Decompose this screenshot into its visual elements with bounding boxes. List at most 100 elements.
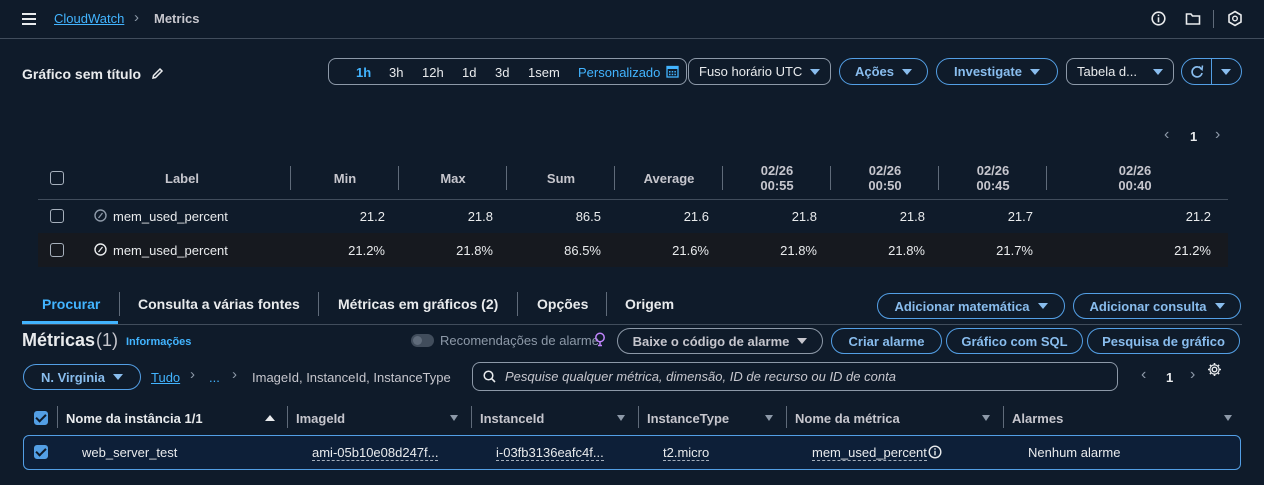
row-sum: 86.5% [564, 243, 601, 258]
breadcrumb-cloudwatch[interactable]: CloudWatch [54, 11, 124, 26]
row-checkbox[interactable] [50, 209, 64, 223]
region-select-button[interactable]: N. Virginia [23, 364, 141, 390]
col-divider [830, 166, 831, 190]
gear-icon[interactable] [1207, 362, 1222, 380]
row-value-2: 21.8% [888, 243, 925, 258]
col-divider [57, 406, 58, 428]
sort-icon[interactable] [450, 415, 458, 421]
graph-search-button[interactable]: Pesquisa de gráfico [1087, 328, 1240, 354]
row-instance-id[interactable]: i-03fb3136eafc4f... [496, 445, 604, 461]
add-math-button[interactable]: Adicionar matemática [877, 293, 1065, 319]
col-min: Min [333, 171, 357, 186]
sort-icon[interactable] [765, 415, 773, 421]
col-divider [1046, 166, 1047, 190]
region-label: N. Virginia [40, 369, 106, 385]
metric-search-input[interactable]: Pesquise qualquer métrica, dimensão, ID … [472, 362, 1118, 391]
col-time-4: 02/26 00:40 [1118, 163, 1152, 193]
row-value-3: 21.7% [996, 243, 1033, 258]
create-alarm-button[interactable]: Criar alarme [831, 328, 942, 354]
row-checkbox[interactable] [50, 243, 64, 257]
tab-options[interactable]: Opções [537, 296, 588, 312]
timezone-label: Fuso horário UTC [699, 64, 803, 79]
edit-pencil-icon[interactable] [151, 67, 164, 83]
add-query-button[interactable]: Adicionar consulta [1073, 293, 1241, 319]
tab-divider [119, 292, 120, 316]
col-instance-id[interactable]: InstanceId [480, 411, 544, 426]
col-metric-name[interactable]: Nome da métrica [795, 411, 900, 426]
results-row-checkbox[interactable] [34, 445, 48, 459]
investigate-button[interactable]: Investigate [936, 58, 1058, 85]
info-icon[interactable] [1151, 11, 1166, 29]
sort-icon[interactable] [982, 415, 990, 421]
row-image-id[interactable]: ami-05b10e08d247f... [312, 445, 439, 461]
graph-header-line [0, 38, 1264, 39]
col-divider [398, 166, 399, 190]
results-select-all-checkbox[interactable] [34, 411, 48, 425]
chevron-down-icon [1029, 68, 1040, 75]
tab-procurar[interactable]: Procurar [42, 296, 100, 312]
tab-multi-source-query[interactable]: Consulta a várias fontes [138, 296, 300, 312]
page-number[interactable]: 1 [1190, 129, 1197, 144]
metrics-info-link[interactable]: Informações [126, 336, 191, 348]
download-alarm-code-button[interactable]: Baixe o código de alarme [617, 328, 823, 354]
time-option-3h[interactable]: 3h [389, 65, 403, 80]
add-query-label: Adicionar consulta [1089, 298, 1207, 314]
row-value-4: 21.2 [1185, 209, 1211, 224]
row-metric-name[interactable]: mem_used_percent [812, 445, 927, 461]
row-instance-type[interactable]: t2.micro [663, 445, 710, 461]
metric-info-icon[interactable] [928, 445, 942, 462]
calendar-icon[interactable] [666, 65, 679, 81]
timezone-select[interactable]: Fuso horário UTC [688, 58, 831, 85]
settings-hex-icon[interactable] [1227, 10, 1243, 30]
col-divider [938, 166, 939, 190]
sort-ascending-icon[interactable] [265, 415, 275, 421]
sort-icon[interactable] [617, 415, 625, 421]
page-prev-icon[interactable]: ‹ [1164, 126, 1169, 144]
view-select[interactable]: Tabela d... [1066, 58, 1174, 85]
time-option-1sem[interactable]: 1sem [528, 65, 560, 80]
graph-with-sql-button[interactable]: Gráfico com SQL [946, 328, 1083, 354]
col-instance-type[interactable]: InstanceType [647, 411, 729, 426]
results-page-prev-icon[interactable]: ‹ [1141, 366, 1146, 384]
menu-icon[interactable] [22, 13, 36, 25]
tab-graphed-metrics[interactable]: Métricas em gráficos (2) [338, 296, 498, 312]
col-alarms[interactable]: Alarmes [1012, 411, 1063, 426]
row-max: 21.8 [467, 209, 493, 224]
row-label: mem_used_percent [113, 209, 228, 224]
breadcrumb-dimensions: ImageId, InstanceId, InstanceType [252, 370, 451, 385]
col-image-id[interactable]: ImageId [296, 411, 345, 426]
page-next-icon[interactable]: › [1215, 126, 1220, 144]
col-divider [638, 406, 639, 428]
row-value-2: 21.8 [899, 209, 925, 224]
time-option-12h[interactable]: 12h [422, 65, 444, 80]
breadcrumb-ellipsis[interactable]: ... [209, 370, 220, 385]
table-select-all-checkbox[interactable] [50, 171, 64, 185]
folder-icon[interactable] [1185, 11, 1201, 29]
actions-button[interactable]: Ações [839, 58, 928, 85]
results-page-next-icon[interactable]: › [1190, 366, 1195, 384]
col-divider [471, 406, 472, 428]
sort-icon[interactable] [1224, 415, 1232, 421]
search-placeholder: Pesquise qualquer métrica, dimensão, ID … [505, 369, 896, 384]
row-min: 21.2% [348, 243, 385, 258]
breadcrumb-all[interactable]: Tudo [151, 370, 180, 385]
col-divider [1003, 406, 1004, 428]
results-page-number[interactable]: 1 [1166, 370, 1173, 385]
time-option-custom[interactable]: Personalizado [578, 65, 660, 80]
col-instance-name[interactable]: Nome da instância 1/1 [66, 411, 203, 426]
time-option-3d[interactable]: 3d [495, 65, 509, 80]
row-average: 21.6% [672, 243, 709, 258]
row-value-1: 21.8 [791, 209, 817, 224]
time-option-1d[interactable]: 1d [462, 65, 476, 80]
refresh-options-chevron-icon[interactable] [1212, 68, 1241, 75]
time-option-1h[interactable]: 1h [356, 65, 371, 80]
row-average: 21.6 [683, 209, 709, 224]
breadcrumb-separator: › [190, 366, 195, 383]
alarm-recommendations-label: Recomendações de alarme [440, 333, 599, 348]
tab-divider [606, 292, 607, 316]
refresh-icon[interactable] [1182, 64, 1211, 79]
alarm-recommendations-toggle[interactable] [411, 334, 434, 347]
tab-source[interactable]: Origem [625, 296, 674, 312]
chevron-down-icon [1153, 68, 1163, 75]
graph-with-sql-label: Gráfico com SQL [961, 333, 1068, 349]
